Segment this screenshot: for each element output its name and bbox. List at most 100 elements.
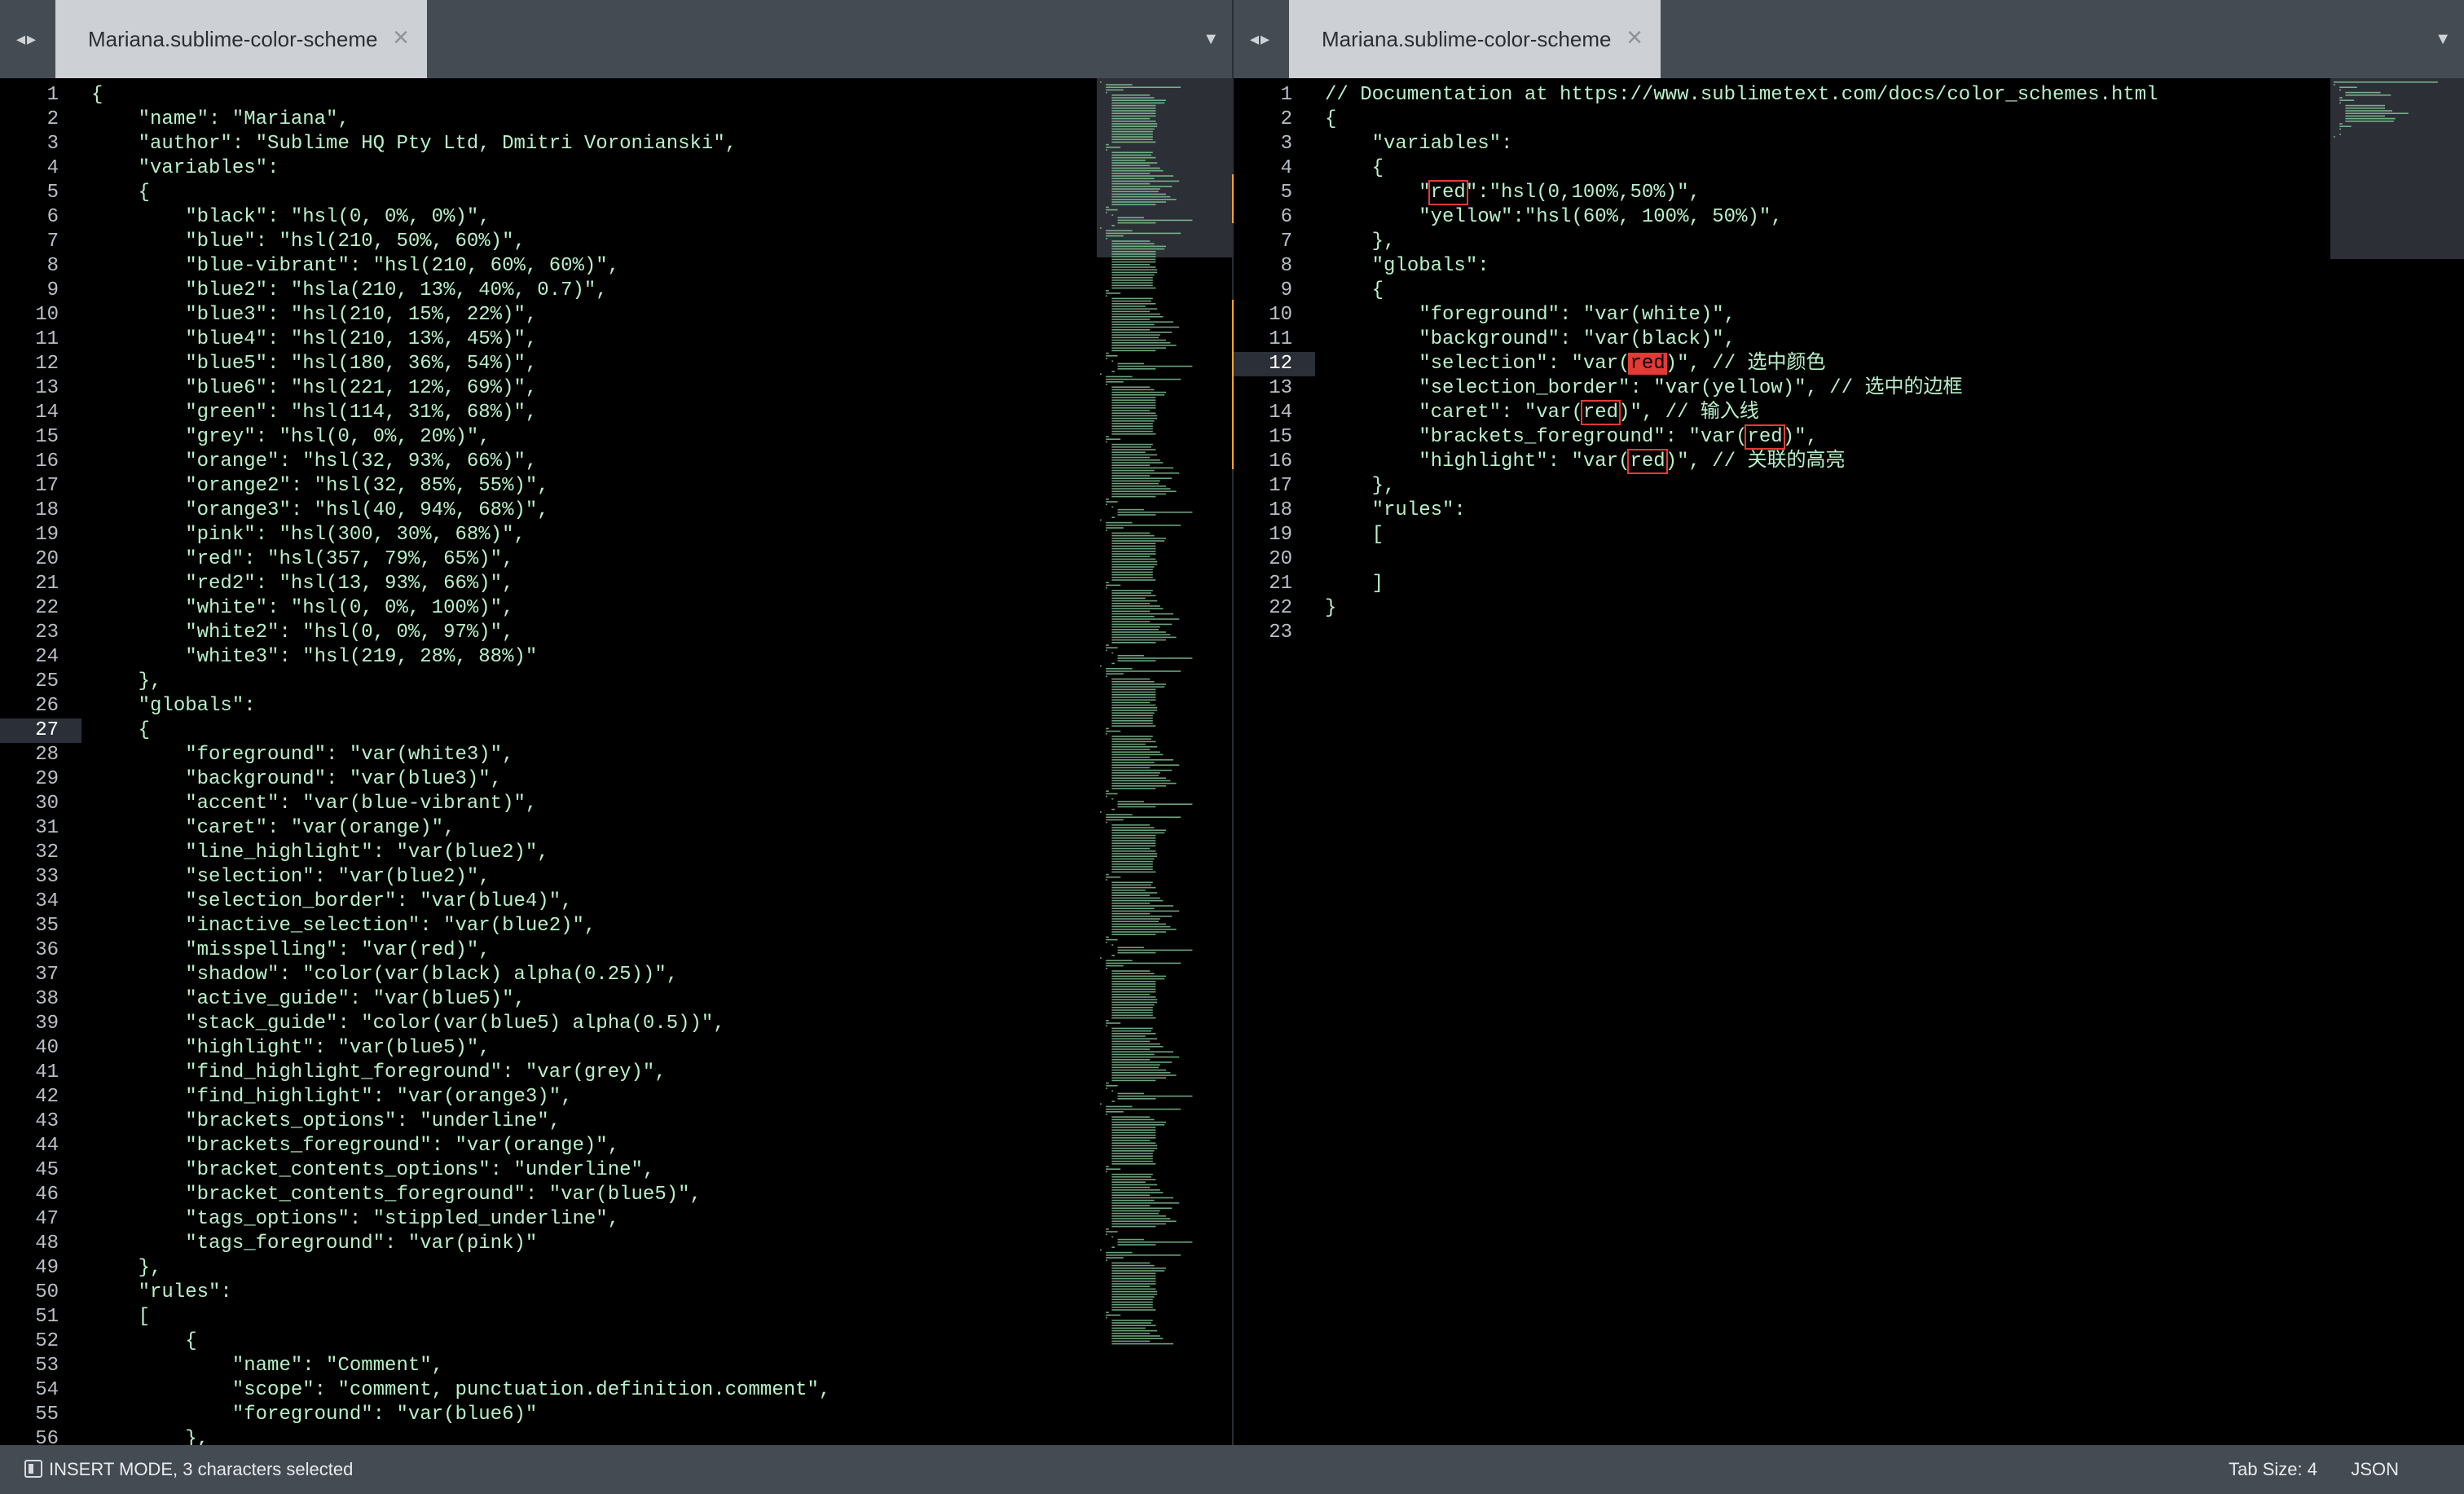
code-line[interactable]: "red2": "hsl(13, 93%, 66%)", [91, 572, 513, 596]
code-line[interactable]: "globals": [1325, 254, 1489, 279]
minimap-line [1111, 1064, 1160, 1066]
code-line[interactable]: "selection_border": "var(yellow)", // 选中… [1325, 376, 1962, 401]
code-line[interactable]: }, [1325, 474, 1396, 499]
code-line[interactable]: "name": "Comment", [91, 1354, 443, 1378]
left-code-editor[interactable]: 1 2 3 4 5 6 7 8 9 10 11 12 13 14 15 16 17 18 19 20 21 22 23 24 2… [0, 78, 1232, 1445]
code-line[interactable]: "foreground": "var(white)", [1325, 303, 1736, 327]
minimap-line [1111, 130, 1153, 133]
code-line[interactable]: "orange": "hsl(32, 93%, 66%)", [91, 450, 537, 474]
code-line[interactable]: }, [1325, 230, 1396, 254]
code-line[interactable]: "foreground": "var(blue6)" [91, 1403, 537, 1427]
left-file-tab[interactable]: Mariana.sublime-color-scheme × [55, 0, 427, 78]
code-line[interactable]: { [1325, 156, 1384, 181]
code-line[interactable]: [ [1325, 523, 1384, 547]
code-line[interactable]: { [91, 1329, 196, 1354]
code-line[interactable]: "scope": "comment, punctuation.definitio… [91, 1378, 831, 1403]
code-line[interactable]: "globals": [91, 694, 256, 718]
code-line[interactable]: "orange3": "hsl(40, 94%, 68%)", [91, 499, 548, 523]
right-code-editor[interactable]: 1 2 3 4 5 6 7 8 9 10 11 12 13 14 15 16 17 18 19 20 21 22 23 //… [1234, 78, 2464, 1445]
syntax-selector[interactable]: JSON [2351, 1445, 2399, 1494]
code-line[interactable]: "tags_foreground": "var(pink)" [91, 1232, 537, 1256]
code-line[interactable]: "yellow":"hsl(60%, 100%, 50%)", [1325, 205, 1782, 230]
code-line[interactable]: "green": "hsl(114, 31%, 68%)", [91, 401, 537, 425]
code-line[interactable]: "grey": "hsl(0, 0%, 20%)", [91, 425, 490, 450]
chevron-down-icon[interactable]: ▼ [2435, 0, 2451, 78]
code-line[interactable]: "tags_options": "stippled_underline", [91, 1207, 619, 1232]
code-line[interactable]: "variables": [1325, 132, 1513, 156]
code-line[interactable]: "line_highlight": "var(blue2)", [91, 841, 548, 865]
code-line[interactable]: "accent": "var(blue-vibrant)", [91, 792, 537, 816]
code-line[interactable]: }, [91, 1427, 209, 1445]
code-line[interactable]: "rules": [91, 1281, 232, 1305]
code-line[interactable]: "white3": "hsl(219, 28%, 88%)" [91, 645, 537, 670]
code-line[interactable]: "blue6": "hsl(221, 12%, 69%)", [91, 376, 537, 401]
code-line[interactable]: { [1325, 279, 1384, 303]
code-line[interactable]: // Documentation at https://www.sublimet… [1325, 83, 2158, 108]
code-line[interactable]: "inactive_selection": "var(blue2)", [91, 914, 596, 938]
right-editor-pane[interactable]: ◂▸ Mariana.sublime-color-scheme × ▼ 1234… [1234, 0, 2464, 1445]
right-code-area[interactable]: // Documentation at https://www.sublimet… [1325, 78, 2464, 1445]
tab-size-selector[interactable]: Tab Size: 4 [2229, 1445, 2317, 1494]
code-line[interactable]: "misspelling": "var(red)", [91, 938, 490, 963]
minimap-line [1111, 756, 1151, 758]
code-line[interactable]: "selection_border": "var(blue4)", [91, 890, 572, 914]
code-line[interactable]: "brackets_options": "underline", [91, 1110, 561, 1134]
code-line[interactable]: { [91, 181, 150, 205]
code-line[interactable]: "blue5": "hsl(180, 36%, 54%)", [91, 352, 537, 376]
code-line[interactable]: "rules": [1325, 499, 1466, 523]
panel-toggle-icon[interactable] [24, 1460, 42, 1479]
code-line[interactable]: "pink": "hsl(300, 30%, 68%)", [91, 523, 526, 547]
code-line[interactable]: { [1325, 108, 1336, 132]
code-line[interactable]: "selection": "var(red)", // 选中颜色 [1325, 352, 1826, 376]
code-line[interactable]: "blue-vibrant": "hsl(210, 60%, 60%)", [91, 254, 619, 279]
code-line[interactable]: "variables": [91, 156, 279, 181]
code-line[interactable]: "bracket_contents_options": "underline", [91, 1158, 654, 1183]
code-line[interactable]: "white": "hsl(0, 0%, 100%)", [91, 596, 513, 621]
code-line[interactable]: "name": "Mariana", [91, 108, 350, 132]
code-line[interactable]: "foreground": "var(white3)", [91, 743, 513, 767]
code-line[interactable]: "author": "Sublime HQ Pty Ltd, Dmitri Vo… [91, 132, 737, 156]
right-file-tab[interactable]: Mariana.sublime-color-scheme × [1289, 0, 1661, 78]
code-line[interactable]: "selection": "var(blue2)", [91, 865, 490, 890]
chevron-down-icon[interactable]: ▼ [1203, 0, 1219, 78]
code-line[interactable]: "find_highlight": "var(orange3)", [91, 1085, 572, 1110]
code-line[interactable]: "background": "var(blue3)", [91, 767, 502, 792]
tab-scroll-arrows[interactable]: ◂▸ [1234, 0, 1287, 78]
code-line[interactable]: "highlight": "var(blue5)", [91, 1036, 490, 1061]
left-minimap[interactable] [1097, 78, 1232, 1349]
code-line[interactable]: "background": "var(black)", [1325, 327, 1736, 352]
code-line[interactable]: "blue3": "hsl(210, 15%, 22%)", [91, 303, 537, 327]
code-line[interactable]: } [1325, 596, 1336, 621]
code-line[interactable]: "caret": "var(orange)", [91, 816, 455, 841]
code-line[interactable]: "shadow": "color(var(black) alpha(0.25))… [91, 963, 678, 987]
right-minimap[interactable] [2330, 78, 2464, 1349]
code-line[interactable]: "orange2": "hsl(32, 85%, 55%)", [91, 474, 548, 499]
code-line[interactable]: "find_highlight_foreground": "var(grey)"… [91, 1061, 667, 1085]
minimap-line [1111, 973, 1155, 974]
code-line[interactable]: "brackets_foreground": "var(red)", [1325, 424, 1818, 450]
code-line[interactable]: "highlight": "var(red)", // 关联的高亮 [1325, 449, 1846, 474]
code-line[interactable]: "caret": "var(red)", // 输入线 [1325, 400, 1759, 425]
code-line[interactable]: "stack_guide": "color(var(blue5) alpha(0… [91, 1012, 725, 1036]
code-line[interactable]: "blue2": "hsla(210, 13%, 40%, 0.7)", [91, 279, 607, 303]
code-line[interactable]: "bracket_contents_foreground": "var(blue… [91, 1183, 702, 1207]
code-line[interactable]: "white2": "hsl(0, 0%, 97%)", [91, 621, 513, 645]
close-icon[interactable]: × [1626, 0, 1643, 75]
code-line[interactable]: [ [91, 1305, 150, 1329]
code-line[interactable]: "blue4": "hsl(210, 13%, 45%)", [91, 327, 537, 352]
code-line[interactable]: "brackets_foreground": "var(orange)", [91, 1134, 619, 1158]
code-line[interactable]: "red": "hsl(357, 79%, 65%)", [91, 547, 513, 572]
code-line[interactable]: "red":"hsl(0,100%,50%)", [1325, 180, 1701, 205]
code-line[interactable]: "active_guide": "var(blue5)", [91, 987, 526, 1012]
code-line[interactable]: }, [91, 670, 162, 694]
code-line[interactable]: ] [1325, 572, 1384, 596]
tab-scroll-arrows[interactable]: ◂▸ [0, 0, 54, 78]
code-line[interactable]: "black": "hsl(0, 0%, 0%)", [91, 205, 490, 230]
close-icon[interactable]: × [393, 0, 409, 75]
left-code-area[interactable]: { "name": "Mariana", "author": "Sublime … [91, 78, 1232, 1445]
code-line[interactable]: }, [91, 1256, 162, 1281]
code-line[interactable]: { [91, 718, 150, 743]
left-editor-pane[interactable]: ◂▸ Mariana.sublime-color-scheme × ▼ 1234… [0, 0, 1232, 1445]
code-line[interactable]: { [91, 83, 103, 108]
code-line[interactable]: "blue": "hsl(210, 50%, 60%)", [91, 230, 526, 254]
